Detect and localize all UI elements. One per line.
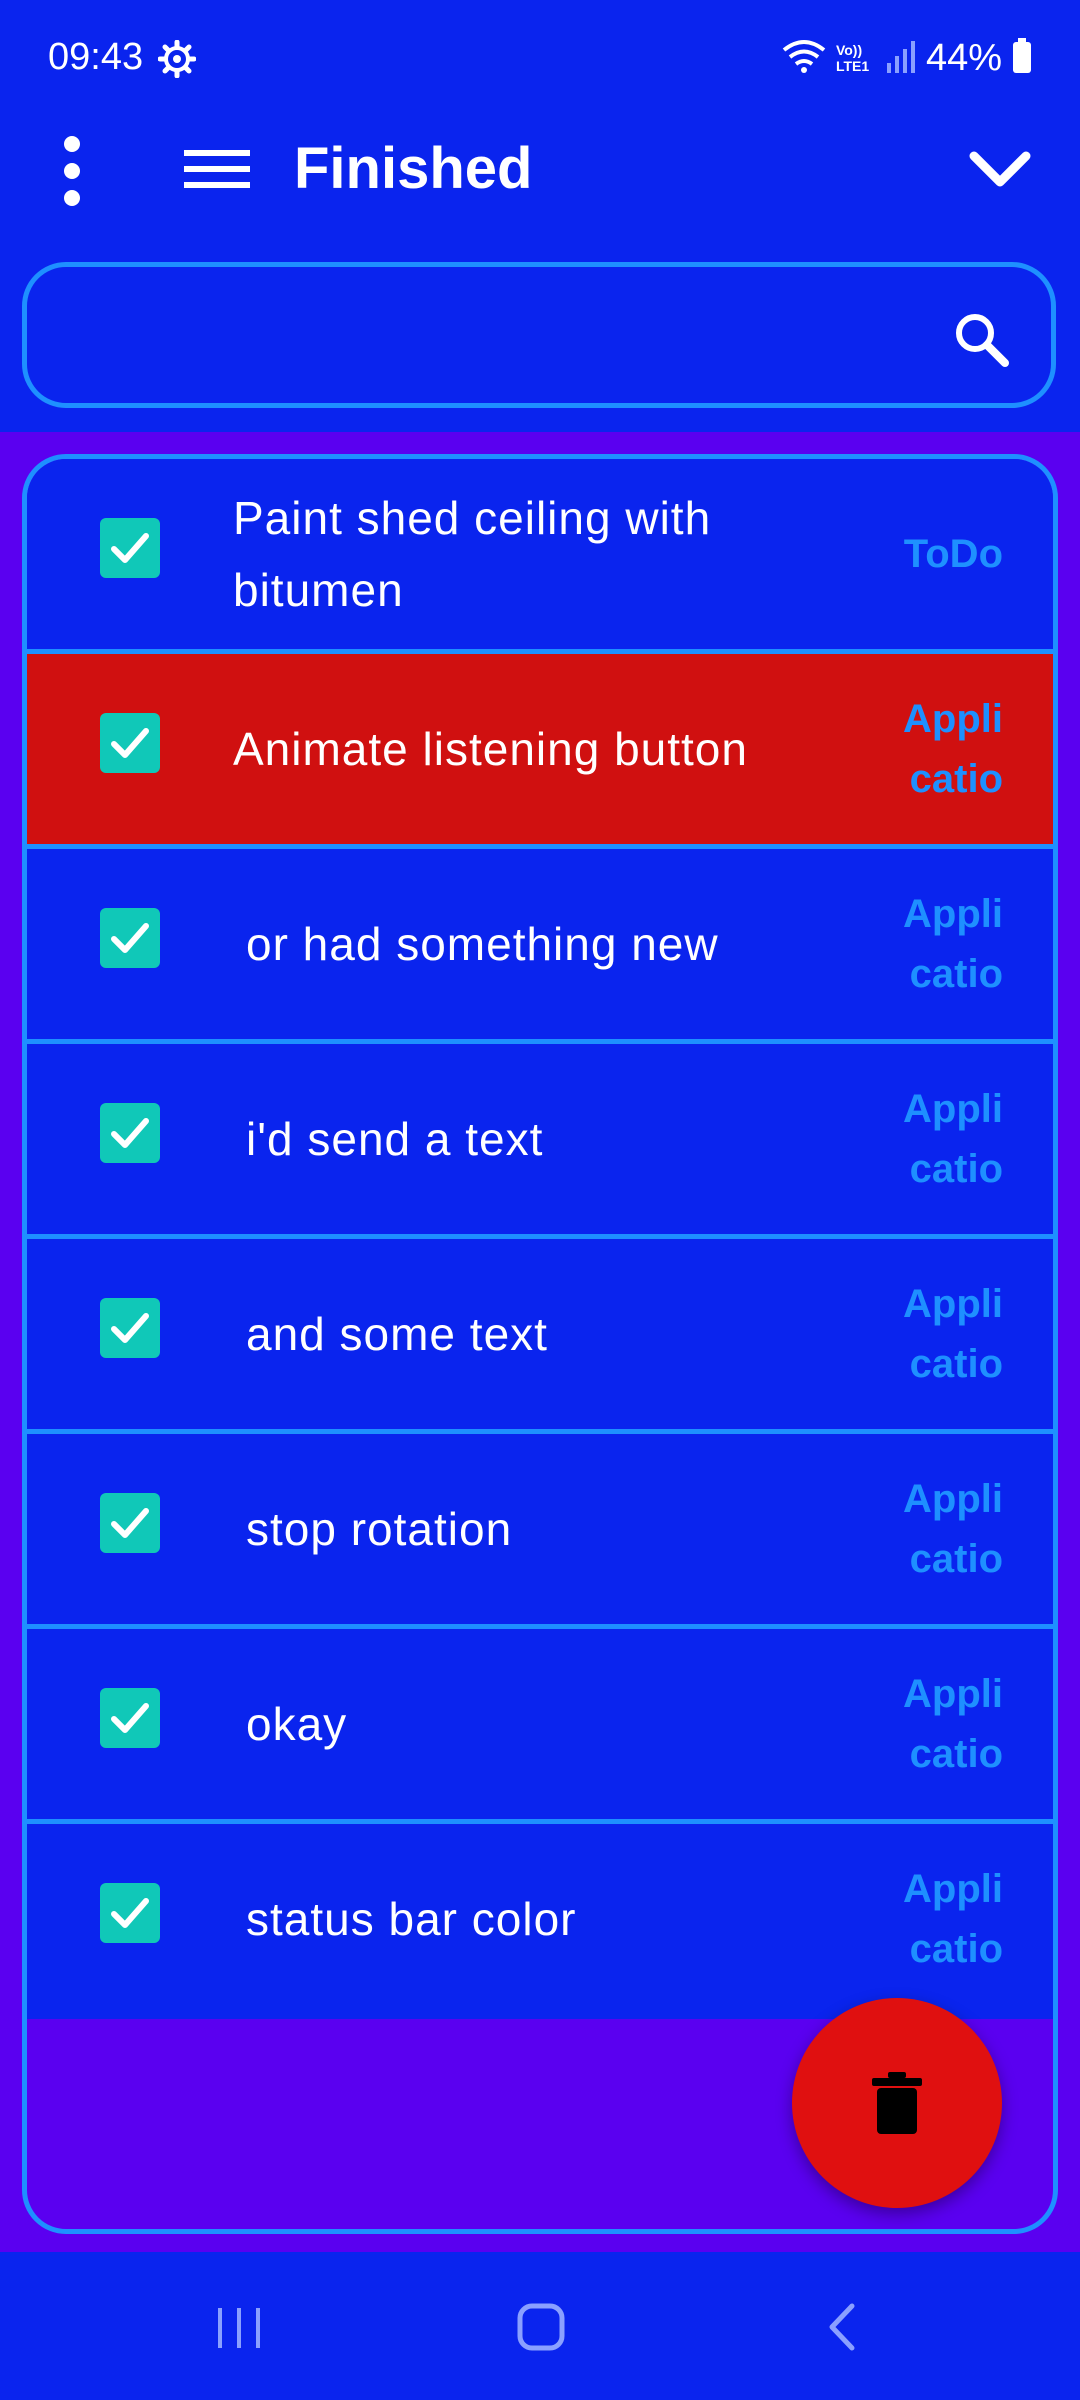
- task-checkbox[interactable]: [100, 1493, 160, 1553]
- task-tag: Appli catio: [903, 892, 1003, 996]
- system-nav-bar: [0, 2252, 1080, 2400]
- recent-apps-icon[interactable]: [204, 2292, 274, 2362]
- task-checkbox[interactable]: [100, 1298, 160, 1358]
- task-checkbox[interactable]: [100, 1883, 160, 1943]
- task-text: okay: [246, 1698, 348, 1750]
- task-text: stop rotation: [246, 1503, 513, 1555]
- task-text: Animate listening button: [233, 723, 748, 775]
- task-checkbox[interactable]: [100, 518, 160, 578]
- status-bar: 09:43 Vo)) LTE1 44%: [0, 0, 1080, 120]
- task-tag: Appli catio: [903, 1087, 1003, 1191]
- task-text: and some text: [246, 1308, 548, 1360]
- wifi-icon: [782, 38, 826, 79]
- task-checkbox[interactable]: [100, 1688, 160, 1748]
- task-text: status bar color: [246, 1893, 577, 1945]
- network-label: Vo)) LTE1: [835, 42, 870, 74]
- task-text: i'd send a text: [246, 1113, 544, 1165]
- task-tag: Appli catio: [903, 1672, 1003, 1776]
- task-checkbox[interactable]: [100, 713, 160, 773]
- task-row[interactable]: okay Appli catio: [27, 1629, 1053, 1824]
- task-text: or had something new: [246, 918, 719, 970]
- task-tag: Appli catio: [903, 1477, 1003, 1581]
- task-row-selected[interactable]: Animate listening button Appli catio: [27, 654, 1053, 849]
- task-row[interactable]: or had something new Appli catio: [27, 849, 1053, 1044]
- task-row[interactable]: i'd send a text Appli catio: [27, 1044, 1053, 1239]
- status-time: 09:43: [48, 36, 144, 78]
- search-bar: [22, 262, 1056, 408]
- gear-icon: [157, 39, 197, 79]
- task-row[interactable]: Paint shed ceiling with bitumen ToDo: [27, 459, 1053, 654]
- home-icon[interactable]: [506, 2292, 576, 2362]
- back-icon[interactable]: [808, 2292, 878, 2362]
- search-icon[interactable]: [951, 309, 1011, 369]
- signal-icon: [886, 39, 916, 78]
- task-tag: Appli catio: [903, 1282, 1003, 1386]
- more-vert-icon[interactable]: [50, 128, 94, 208]
- trash-icon: [872, 2072, 922, 2134]
- task-tag: Appli catio: [903, 697, 1003, 801]
- task-row[interactable]: stop rotation Appli catio: [27, 1434, 1053, 1629]
- search-input[interactable]: [67, 297, 951, 379]
- task-tag: Appli catio: [903, 1867, 1003, 1971]
- task-text: Paint shed ceiling with bitumen: [233, 492, 712, 616]
- task-tag: ToDo: [903, 532, 1003, 576]
- chevron-down-icon[interactable]: [964, 134, 1036, 206]
- status-indicators: Vo)) LTE1 44%: [782, 36, 1032, 80]
- task-checkbox[interactable]: [100, 1103, 160, 1163]
- menu-icon[interactable]: [182, 134, 252, 204]
- page-title: Finished: [294, 136, 533, 201]
- task-row[interactable]: and some text Appli catio: [27, 1239, 1053, 1434]
- task-list-frame: Paint shed ceiling with bitumen ToDo Ani…: [22, 454, 1058, 2234]
- delete-fab-button[interactable]: [792, 1998, 1002, 2208]
- task-list: Paint shed ceiling with bitumen ToDo Ani…: [27, 459, 1053, 2019]
- battery-percent: 44%: [925, 36, 1002, 79]
- task-row[interactable]: status bar color Appli catio: [27, 1824, 1053, 2019]
- task-checkbox[interactable]: [100, 908, 160, 968]
- app-bar: Finished: [0, 120, 1080, 250]
- battery-icon: [1012, 37, 1032, 79]
